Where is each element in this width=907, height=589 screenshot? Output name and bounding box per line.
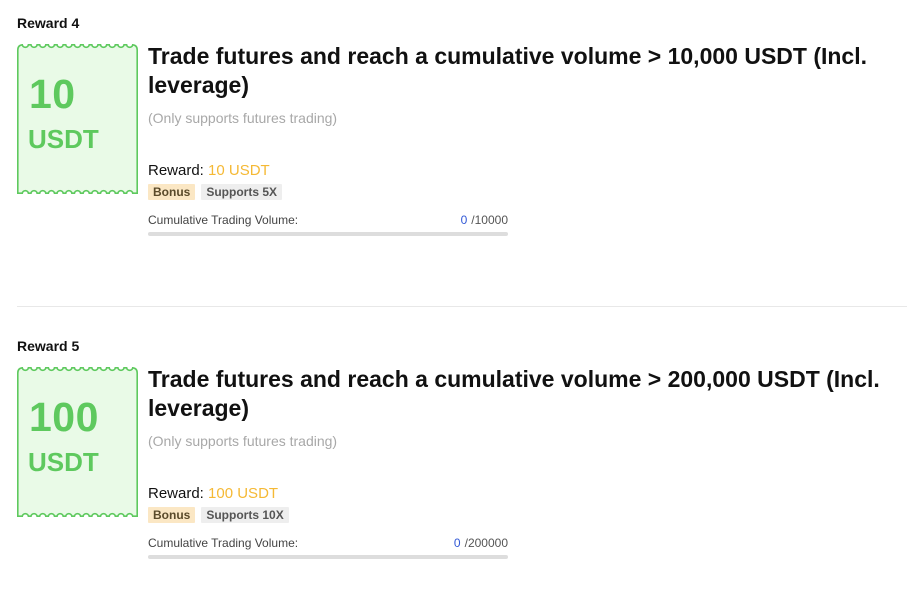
progress-current: 0 [453,536,461,550]
task-content: Trade futures and reach a cumulative vol… [148,365,898,559]
leverage-tag: Supports 5X [201,184,283,200]
bonus-tag: Bonus [148,184,196,200]
progress-bar [148,555,508,559]
reward-value: 100 USDT [208,485,279,502]
progress-count: 0/200000 [454,535,508,551]
reward-line: Reward: 100 USDT [148,484,278,504]
reward-card-4: Reward 4 10 USDT Trade futures and reach… [0,0,907,307]
section-divider [17,306,907,307]
reward-line: Reward: 10 USDT [148,161,270,181]
reward-label: Reward: [148,485,204,502]
tag-list: Bonus Supports 5X [148,184,283,200]
tag-list: Bonus Supports 10X [148,507,289,523]
ticket-unit: USDT [28,447,99,477]
bonus-tag: Bonus [148,507,196,523]
progress-target: /10000 [471,213,508,227]
task-note: (Only supports futures trading) [148,110,338,126]
task-title: Trade futures and reach a cumulative vol… [148,366,880,421]
progress-current: 0 [460,213,468,227]
progress-label: Cumulative Trading Volume: [148,536,299,550]
reward-value: 10 USDT [208,162,270,179]
reward-label: Reward: [148,162,204,179]
task-note: (Only supports futures trading) [148,433,338,449]
ticket-outline [17,367,138,517]
ticket-coupon-icon: 10 USDT [17,44,138,194]
reward-heading: Reward 5 [17,338,80,354]
progress-target: /200000 [464,536,508,550]
task-title: Trade futures and reach a cumulative vol… [148,43,868,98]
ticket-coupon-icon: 100 USDT [17,367,138,517]
progress-bar [148,232,508,236]
progress-label: Cumulative Trading Volume: [148,213,299,227]
ticket-amount: 100 [29,394,99,440]
progress-count: 0/10000 [461,212,508,228]
ticket-outline [17,44,138,194]
task-content: Trade futures and reach a cumulative vol… [148,42,898,236]
ticket-unit: USDT [28,124,99,154]
leverage-tag: Supports 10X [201,507,289,523]
reward-heading: Reward 4 [17,15,80,31]
ticket-amount: 10 [29,71,76,117]
reward-card-5: Reward 5 100 USDT Trade futures and reac… [0,323,907,589]
